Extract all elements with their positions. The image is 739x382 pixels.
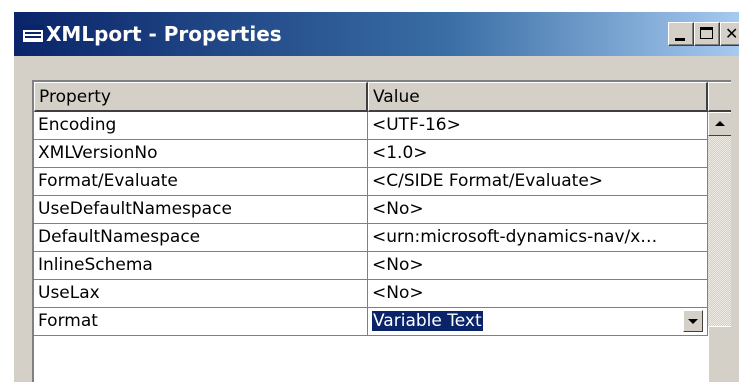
table-row[interactable]: UseDefaultNamespace <No> (34, 196, 708, 224)
property-name[interactable]: UseDefaultNamespace (34, 196, 368, 224)
column-header-value[interactable]: Value (368, 82, 708, 112)
property-name[interactable]: Format (34, 308, 368, 336)
header-corner (708, 82, 731, 112)
properties-window: XMLport - Properties ✕ Property Value En… (14, 12, 739, 382)
table-row[interactable]: Encoding <UTF-16> (34, 112, 708, 140)
maximize-icon (700, 27, 713, 39)
table-row[interactable]: InlineSchema <No> (34, 252, 708, 280)
column-header-property[interactable]: Property (34, 82, 368, 112)
format-value-dropdown[interactable]: Variable Text (368, 308, 708, 336)
table-row-selected[interactable]: Format Variable Text (34, 308, 708, 336)
table-row[interactable]: DefaultNamespace <urn:microsoft-dynamics… (34, 224, 708, 252)
vertical-scrollbar[interactable] (708, 112, 731, 382)
property-value[interactable]: <C/SIDE Format/Evaluate> (368, 168, 708, 196)
property-value[interactable]: <UTF-16> (368, 112, 708, 140)
property-name[interactable]: Format/Evaluate (34, 168, 368, 196)
close-icon: ✕ (725, 24, 739, 43)
dropdown-button[interactable] (683, 310, 703, 332)
scroll-up-arrow-icon (715, 121, 725, 126)
table-row[interactable]: XMLVersionNo <1.0> (34, 140, 708, 168)
selected-value-text[interactable]: Variable Text (372, 311, 483, 331)
close-button[interactable]: ✕ (720, 22, 739, 46)
minimize-icon (675, 38, 685, 41)
property-name[interactable]: UseLax (34, 280, 368, 308)
table-row[interactable]: Format/Evaluate <C/SIDE Format/Evaluate> (34, 168, 708, 196)
table-icon (22, 25, 44, 43)
property-name[interactable]: DefaultNamespace (34, 224, 368, 252)
property-value[interactable]: <No> (368, 196, 708, 224)
property-name[interactable]: XMLVersionNo (34, 140, 368, 168)
property-value[interactable]: <No> (368, 252, 708, 280)
scroll-up-button[interactable] (708, 112, 731, 136)
table-row[interactable]: UseLax <No> (34, 280, 708, 308)
minimize-button[interactable] (668, 22, 694, 46)
property-value[interactable]: <No> (368, 280, 708, 308)
property-value[interactable]: <1.0> (368, 140, 708, 168)
window-title: XMLport - Properties (46, 22, 282, 46)
scroll-thumb[interactable] (708, 326, 731, 382)
chevron-down-icon (688, 319, 698, 324)
property-name[interactable]: Encoding (34, 112, 368, 140)
property-value[interactable]: <urn:microsoft-dynamics-nav/x… (368, 224, 708, 252)
title-bar[interactable]: XMLport - Properties ✕ (14, 12, 739, 56)
properties-grid: Property Value Encoding <UTF-16> XMLVers… (32, 80, 731, 382)
property-name[interactable]: InlineSchema (34, 252, 368, 280)
maximize-button[interactable] (694, 22, 720, 46)
